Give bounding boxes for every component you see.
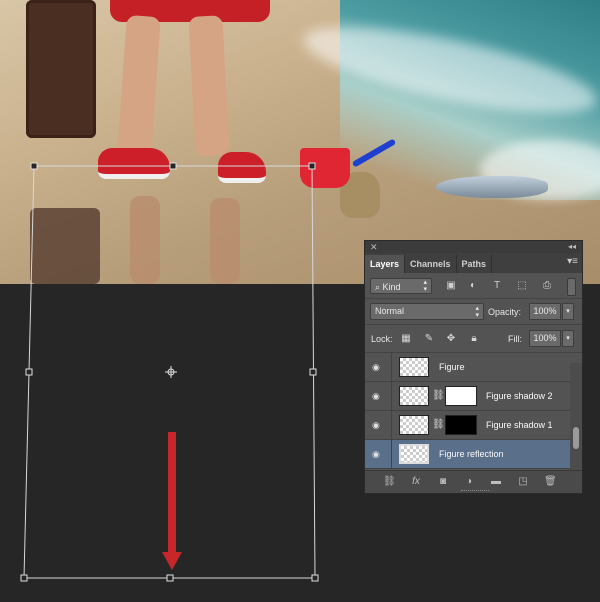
link-icon[interactable]: ⛓︎ (432, 390, 445, 401)
collapse-icon[interactable]: ◂◂ (568, 241, 576, 253)
eye-icon[interactable]: ◉ (372, 362, 380, 373)
transform-handle-middle-right[interactable] (309, 368, 317, 376)
add-mask-icon[interactable]: ◙ (437, 476, 449, 488)
new-group-icon[interactable]: ▬ (490, 476, 502, 488)
trash-icon[interactable]: 🗑︎ (544, 476, 557, 488)
pixel-filter-icon[interactable]: ▣ (445, 280, 457, 292)
panel-footer: ⛓︎ fx ◙ ◑ ▬ ◳ 🗑︎ (365, 470, 582, 493)
column-divider (391, 353, 392, 381)
kind-label: Kind (382, 282, 401, 292)
layer-name[interactable]: Figure shadow 1 (486, 420, 553, 430)
layer-thumbnail[interactable] (399, 357, 429, 377)
fill-label: Fill: (508, 334, 522, 344)
filter-kind-select[interactable]: ⌕ Kind ▴ ▾ (370, 278, 432, 294)
column-divider (391, 440, 392, 468)
panel-menu-icon[interactable]: ▾≡ (567, 256, 578, 267)
lock-all-icon[interactable]: 🔒︎ (468, 333, 480, 345)
panel-titlebar[interactable]: ✕ ◂◂ (365, 241, 582, 253)
layer-thumbnail[interactable] (399, 415, 429, 435)
column-divider (391, 411, 392, 439)
select-arrows-icon: ▴ ▾ (423, 279, 427, 293)
layer-mask-thumbnail[interactable] (445, 415, 477, 435)
layer-thumbnail[interactable] (399, 444, 429, 464)
filter-row: ⌕ Kind ▴ ▾ ▣ ◐ T ⬚ ⎙ (365, 273, 582, 299)
select-arrows-icon: ▴ ▾ (475, 305, 479, 319)
layer-row-figure[interactable]: ◉ Figure (365, 353, 582, 382)
transform-handle-bottom-left[interactable] (20, 574, 28, 582)
fx-icon[interactable]: fx (410, 476, 422, 488)
lock-image-pixels-icon[interactable]: ✎ (423, 333, 435, 345)
new-layer-icon[interactable]: ◳ (517, 476, 529, 488)
eye-icon[interactable]: ◉ (372, 449, 380, 460)
layer-row-figure-reflection[interactable]: ◉ Figure reflection (365, 440, 582, 469)
fill-field[interactable]: 100% (529, 330, 561, 347)
resize-grip[interactable] (461, 490, 489, 494)
layer-name[interactable]: Figure (439, 362, 465, 372)
adjustment-filter-icon[interactable]: ◐ (467, 280, 479, 292)
layer-list: ◉ Figure ◉ ⛓︎ Figure shadow 2 ◉ ⛓︎ Figur… (365, 353, 582, 469)
layer-name[interactable]: Figure reflection (439, 449, 504, 459)
tab-layers[interactable]: Layers (365, 255, 406, 273)
link-icon[interactable]: ⛓︎ (432, 419, 445, 430)
eye-icon[interactable]: ◉ (372, 420, 380, 431)
layer-row-figure-shadow-1[interactable]: ◉ ⛓︎ Figure shadow 1 (365, 411, 582, 440)
eye-icon[interactable]: ◉ (372, 391, 380, 402)
tab-paths[interactable]: Paths (457, 255, 493, 273)
layer-name[interactable]: Figure shadow 2 (486, 391, 553, 401)
close-icon[interactable]: ✕ (370, 241, 378, 253)
lock-row: Lock: ▦ ✎ ✥ 🔒︎ Fill: 100% ▾ (365, 325, 582, 353)
down-arrow-icon (162, 432, 182, 570)
panel-tabs: Layers Channels Paths ▾≡ (365, 253, 582, 273)
transform-handle-top-center[interactable] (169, 162, 177, 170)
adjustment-layer-icon[interactable]: ◑ (463, 476, 475, 488)
transform-reference-point-icon[interactable] (165, 366, 177, 378)
layer-mask-thumbnail[interactable] (445, 386, 477, 406)
lock-label: Lock: (371, 334, 393, 344)
lock-position-icon[interactable]: ✥ (445, 333, 457, 345)
type-filter-icon[interactable]: T (491, 280, 503, 292)
blend-mode-value: Normal (375, 306, 405, 316)
search-icon: ⌕ (375, 282, 383, 292)
layer-row-figure-shadow-2[interactable]: ◉ ⛓︎ Figure shadow 2 (365, 382, 582, 411)
transform-handle-top-left[interactable] (30, 162, 38, 170)
tab-channels[interactable]: Channels (405, 255, 457, 273)
layer-thumbnail[interactable] (399, 386, 429, 406)
blend-mode-select[interactable]: Normal ▴ ▾ (370, 303, 484, 320)
opacity-field[interactable]: 100% (529, 303, 561, 320)
transform-handle-bottom-right[interactable] (311, 574, 319, 582)
smart-object-filter-icon[interactable]: ⎙ (541, 280, 553, 292)
blend-row: Normal ▴ ▾ Opacity: 100% ▾ (365, 299, 582, 325)
link-layers-icon[interactable]: ⛓︎ (383, 476, 396, 488)
transform-handle-middle-left[interactable] (25, 368, 33, 376)
opacity-label: Opacity: (488, 307, 522, 317)
shape-filter-icon[interactable]: ⬚ (516, 280, 528, 292)
lock-transparent-pixels-icon[interactable]: ▦ (400, 333, 412, 345)
filter-toggle[interactable] (567, 278, 576, 296)
scrollbar-thumb[interactable] (573, 427, 579, 449)
column-divider (391, 382, 392, 410)
transform-handle-bottom-center[interactable] (166, 574, 174, 582)
fill-dropdown-button[interactable]: ▾ (562, 330, 574, 347)
layers-panel[interactable]: ✕ ◂◂ Layers Channels Paths ▾≡ ⌕ Kind ▴ ▾ … (364, 240, 583, 494)
transform-handle-top-right[interactable] (308, 162, 316, 170)
opacity-dropdown-button[interactable]: ▾ (562, 303, 574, 320)
layer-list-scrollbar[interactable] (570, 363, 582, 471)
